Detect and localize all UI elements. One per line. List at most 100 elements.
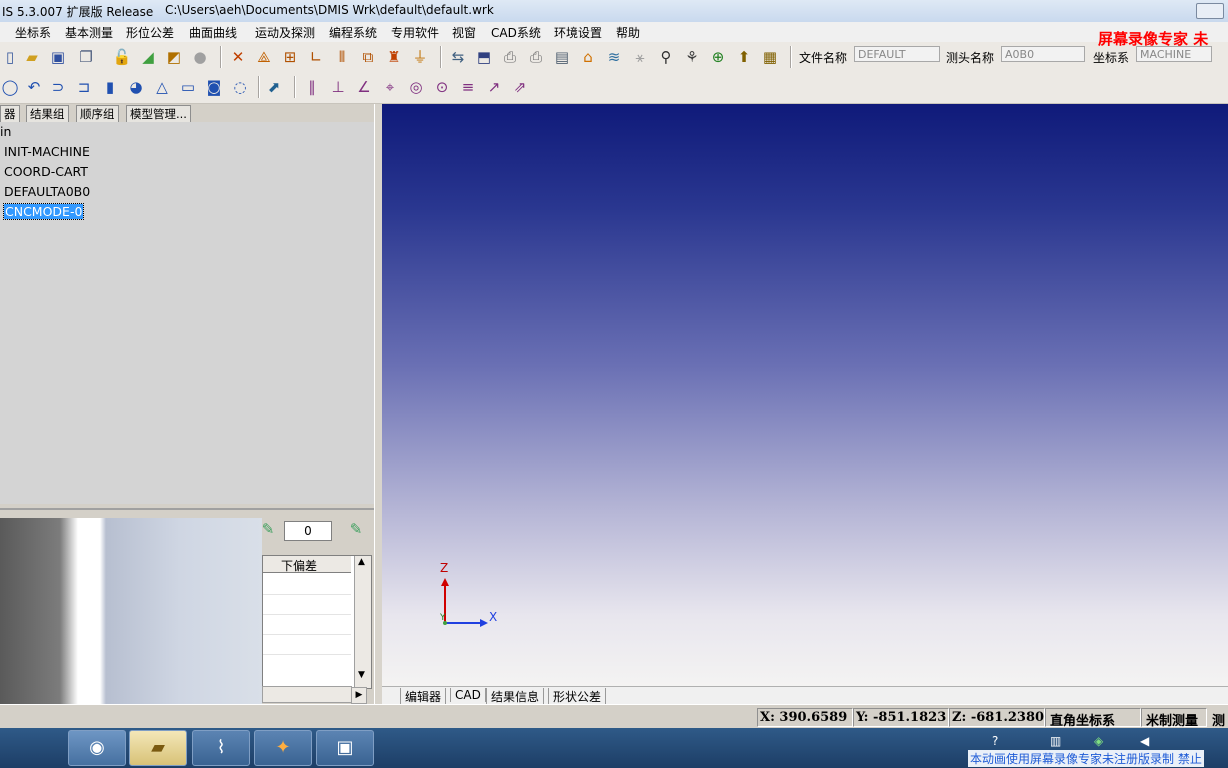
menu-programming[interactable]: 编程系统 <box>329 24 377 41</box>
load-icon[interactable]: ⬒ <box>474 47 494 67</box>
folder-icon[interactable]: ▰ <box>129 730 187 766</box>
plane-icon[interactable]: ◢ <box>138 47 158 67</box>
copy-icon[interactable]: ❐ <box>76 47 96 67</box>
file-name-field[interactable]: DEFAULT <box>854 46 940 62</box>
open-icon[interactable]: ▰ <box>22 47 42 67</box>
volume-icon[interactable]: ◀ <box>1140 734 1149 748</box>
menu-motion-probe[interactable]: 运动及探测 <box>255 24 315 41</box>
ellipse-icon[interactable]: ◌ <box>230 77 250 97</box>
wand-icon[interactable]: ⚲ <box>656 47 676 67</box>
coord-mode: 直角坐标系 <box>1050 714 1116 729</box>
circle-icon[interactable]: ◯ <box>0 77 20 97</box>
probe-icon[interactable]: ⧉ <box>358 47 378 67</box>
pen-edit-icon[interactable]: ✎ <box>346 519 366 539</box>
joystick-icon[interactable]: ⚘ <box>682 47 702 67</box>
tree-item-cncmode[interactable]: CNCMODE-0 <box>2 203 85 220</box>
tree-item-init-machine[interactable]: INIT-MACHINE <box>4 144 90 159</box>
axis-y-label: Y <box>439 613 446 623</box>
probe-name-field[interactable]: A0B0 <box>1001 46 1085 62</box>
parallelism-icon[interactable]: ∥ <box>302 77 322 97</box>
menu-view[interactable]: 视窗 <box>452 24 476 41</box>
save-icon[interactable]: ▣ <box>48 47 68 67</box>
status-extra: 测 <box>1212 714 1226 729</box>
circularity-icon[interactable]: ⊙ <box>432 77 452 97</box>
scroll-right-icon[interactable]: ▶ <box>351 687 367 704</box>
lock-icon[interactable]: 🔓 <box>112 47 132 67</box>
scroll-down-icon[interactable]: ▼ <box>358 670 365 680</box>
stylus-icon[interactable]: ⏚ <box>410 47 430 67</box>
rect-slot-icon[interactable]: ⊐ <box>74 77 94 97</box>
home-icon[interactable]: ⌂ <box>578 47 598 67</box>
slot-icon[interactable]: ⊃ <box>48 77 68 97</box>
point-icon[interactable]: ⟁ <box>254 47 274 67</box>
tree-item-coord-cart[interactable]: COORD-CART <box>4 164 88 179</box>
axis-triad: Z Y X <box>439 561 497 627</box>
network-icon[interactable]: ▥ <box>1050 734 1061 748</box>
grid-vertical-scrollbar[interactable]: ▲ ▼ <box>354 556 371 688</box>
tab-cad[interactable]: CAD <box>450 688 486 702</box>
run-icon[interactable]: ⚹ <box>630 47 650 67</box>
sub-icon[interactable]: ▦ <box>760 47 780 67</box>
construct-icon[interactable]: ⬈ <box>264 77 284 97</box>
media-icon[interactable]: ✦ <box>254 730 312 766</box>
cone-icon[interactable]: △ <box>152 77 172 97</box>
menu-cad[interactable]: CAD系统 <box>491 24 541 41</box>
symmetry-icon[interactable]: ≡ <box>458 77 478 97</box>
layers-icon[interactable]: ≋ <box>604 47 624 67</box>
angle-icon[interactable]: ∟ <box>306 47 326 67</box>
surface-icon[interactable]: ◩ <box>164 47 184 67</box>
menu-coord[interactable]: 坐标系 <box>15 24 51 41</box>
window-path: C:\Users\aeh\Documents\DMIS Wrk\default\… <box>165 3 494 17</box>
tab-form-tolerance[interactable]: 形状公差 <box>548 688 607 705</box>
sphere-icon[interactable]: ◕ <box>126 77 146 97</box>
cmm-icon[interactable]: ⊕ <box>708 47 728 67</box>
concentricity-icon[interactable]: ◎ <box>406 77 426 97</box>
menu-gdt[interactable]: 形位公差 <box>126 24 174 41</box>
delete-icon[interactable]: ✕ <box>228 47 248 67</box>
perpendicular-icon[interactable]: ⊥ <box>328 77 348 97</box>
stop-icon[interactable]: ● <box>190 47 210 67</box>
tab-editor[interactable]: 器 <box>0 105 20 122</box>
menu-environment[interactable]: 环境设置 <box>554 24 602 41</box>
help-icon[interactable]: ? <box>992 734 998 748</box>
dmis-icon[interactable]: ◉ <box>68 730 126 766</box>
print-preview-icon[interactable]: ⎙ <box>500 47 520 67</box>
print-icon[interactable]: ⎙ <box>526 47 546 67</box>
tab-result-group[interactable]: 结果组 <box>26 105 69 122</box>
menu-special[interactable]: 专用软件 <box>391 24 439 41</box>
scroll-up-icon[interactable]: ▲ <box>358 557 365 567</box>
box-icon[interactable]: ▭ <box>178 77 198 97</box>
tree-root[interactable]: in <box>0 124 11 139</box>
menu-help[interactable]: 帮助 <box>616 24 640 41</box>
cylinder-icon[interactable]: ▮ <box>100 77 120 97</box>
report-icon[interactable]: ▤ <box>552 47 572 67</box>
new-icon[interactable]: ▯ <box>0 47 20 67</box>
count-field[interactable]: 0 <box>284 521 332 541</box>
runout-icon[interactable]: ↗ <box>484 77 504 97</box>
webcam-overlay: ↖ <box>0 518 262 751</box>
transfer-icon[interactable]: ⇆ <box>448 47 468 67</box>
manual-icon[interactable]: ⬆ <box>734 47 754 67</box>
tab-model-manager[interactable]: 模型管理... <box>126 105 191 122</box>
grid-horizontal-scrollbar[interactable]: ▶ <box>262 686 367 704</box>
minimize-button[interactable] <box>1196 3 1224 19</box>
app-icon[interactable]: ⌇ <box>192 730 250 766</box>
menu-surface-curve[interactable]: 曲面曲线 <box>189 24 237 41</box>
angularity-icon[interactable]: ∠ <box>354 77 374 97</box>
total-runout-icon[interactable]: ⇗ <box>510 77 530 97</box>
fixture-icon[interactable]: ♜ <box>384 47 404 67</box>
parallel-icon[interactable]: ⫴ <box>332 47 352 67</box>
axis-z-label: Z <box>440 561 448 575</box>
tab-editor-view[interactable]: 编辑器 <box>400 688 447 705</box>
cad-viewport[interactable]: Z Y X <box>382 104 1228 686</box>
tab-sequence-group[interactable]: 顺序组 <box>76 105 119 122</box>
tree-item-default-probe[interactable]: DEFAULTA0B0 <box>4 184 90 199</box>
menu-basic-measure[interactable]: 基本测量 <box>65 24 113 41</box>
camera-icon[interactable]: ▣ <box>316 730 374 766</box>
arc-icon[interactable]: ↶ <box>24 77 44 97</box>
torus-icon[interactable]: ◙ <box>204 77 224 97</box>
shield-icon[interactable]: ◈ <box>1094 734 1103 748</box>
tab-results[interactable]: 结果信息 <box>486 688 545 705</box>
position-icon[interactable]: ⌖ <box>380 77 400 97</box>
distance-icon[interactable]: ⊞ <box>280 47 300 67</box>
